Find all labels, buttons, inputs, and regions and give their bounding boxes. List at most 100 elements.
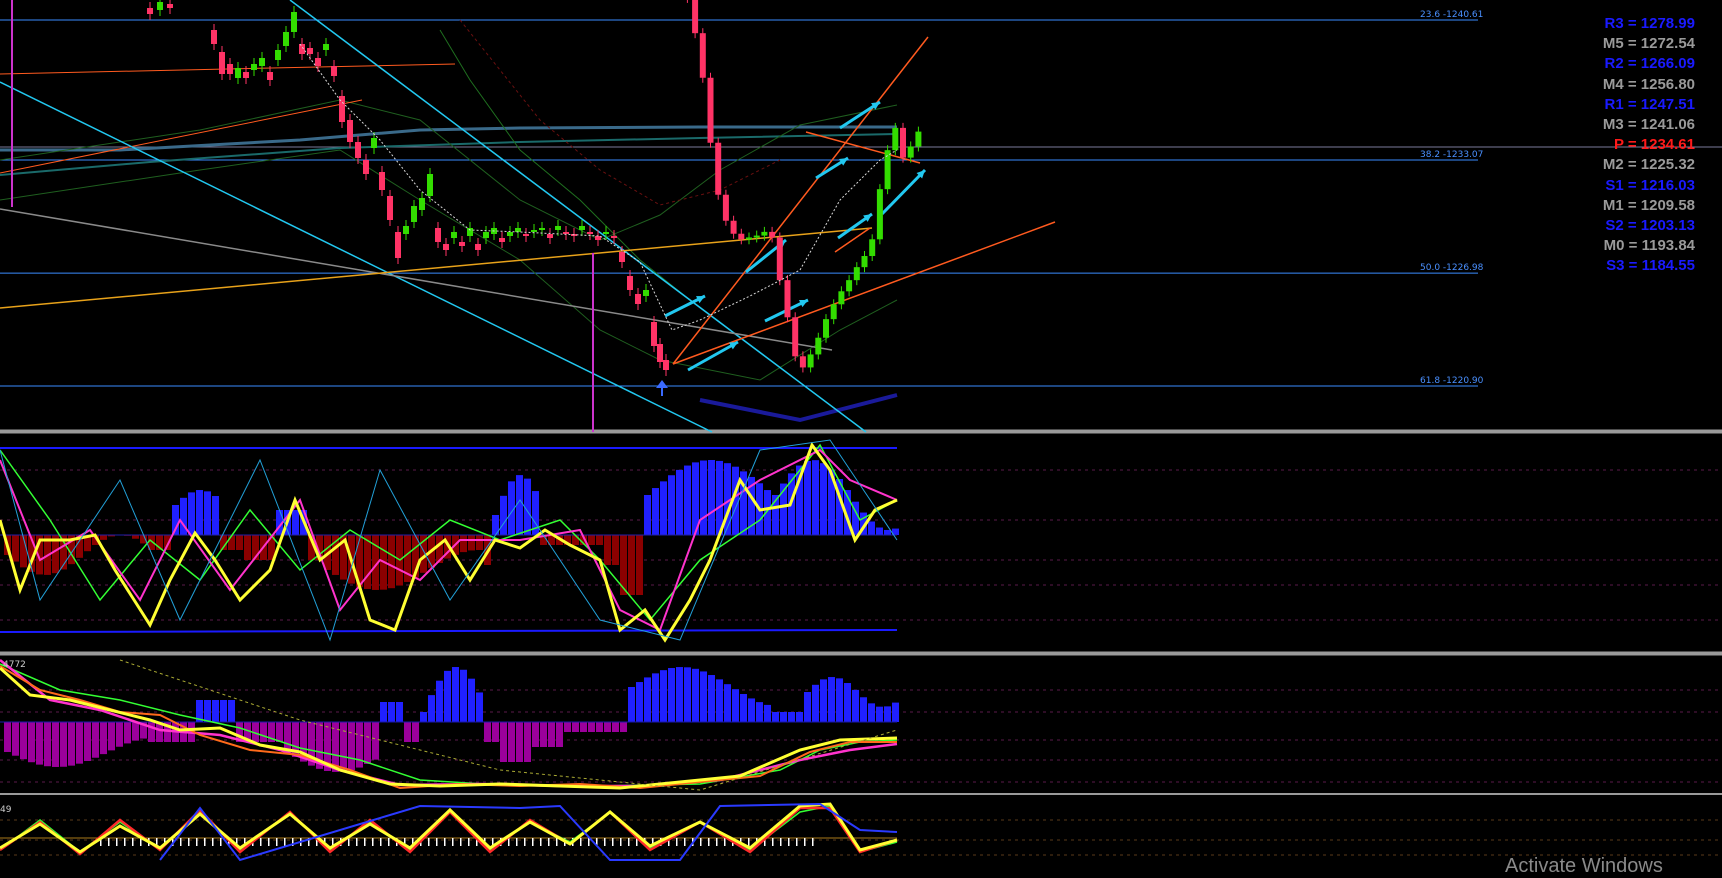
- candle-body: [443, 244, 449, 250]
- sub3-tick-bar: [540, 838, 542, 846]
- candle-body: [831, 304, 837, 319]
- sub3-tick-bar: [180, 838, 182, 846]
- sub3-tick-bar: [204, 838, 206, 846]
- sub3-tick-bar: [260, 838, 262, 846]
- sub3-tick-bar: [276, 838, 278, 846]
- sub3-tick-bar: [364, 838, 366, 846]
- sub2-histogram-bar: [764, 705, 771, 722]
- sub1-histogram-bar: [244, 535, 251, 560]
- candle-body: [315, 58, 321, 66]
- sub3-tick-bar: [724, 838, 726, 846]
- fib-level-label: 61.8 -1220.90: [1420, 376, 1484, 386]
- sub2-histogram-bar: [788, 712, 795, 722]
- candle-body: [243, 72, 249, 78]
- candle-body: [267, 72, 273, 80]
- pivot-level-label: S1 = 1216.03: [1545, 176, 1695, 196]
- candle-body: [892, 128, 898, 150]
- sub1-histogram-bar: [876, 528, 883, 535]
- candle-body: [838, 291, 844, 304]
- sub2-histogram-bar: [604, 722, 611, 732]
- sub3-tick-bar: [524, 838, 526, 846]
- sub2-histogram-bar: [68, 722, 75, 766]
- candle-body: [900, 128, 906, 158]
- sub1-histogram-bar: [628, 535, 635, 595]
- candle-body: [483, 232, 489, 238]
- sub1-histogram-bar: [804, 461, 811, 535]
- sub2-histogram-bar: [620, 722, 627, 732]
- sub2-histogram-bar: [444, 671, 451, 722]
- sub3-tick-bar: [516, 838, 518, 846]
- candle-body: [419, 198, 425, 210]
- sub2-histogram-bar: [132, 722, 139, 741]
- sub2-histogram-bar: [436, 681, 443, 722]
- candle-body: [299, 44, 305, 54]
- candle-body: [275, 50, 281, 60]
- sub2-histogram-bar: [476, 692, 483, 722]
- candle-body: [603, 232, 609, 234]
- candle-body: [579, 226, 585, 230]
- sub2-histogram-bar: [852, 690, 859, 722]
- trading-chart[interactable]: 23.6 -1240.6138.2 -1233.0750.0 -1226.986…: [0, 0, 1722, 872]
- sub1-histogram-bar: [500, 496, 507, 535]
- sub2-histogram-bar: [380, 702, 387, 722]
- sub2-histogram-bar: [668, 668, 675, 722]
- sub3-tick-bar: [604, 838, 606, 846]
- sub2-histogram-bar: [628, 687, 635, 722]
- sub2-histogram-bar: [364, 722, 371, 764]
- sub2-histogram-bar: [212, 700, 219, 722]
- sub2-histogram-bar: [420, 712, 427, 722]
- sub1-histogram-bar: [708, 460, 715, 535]
- candle-body: [619, 252, 625, 262]
- sub2-histogram-bar: [84, 722, 91, 761]
- sub2-histogram-bar: [500, 722, 507, 762]
- sub2-histogram-bar: [564, 722, 571, 732]
- sub1-histogram-bar: [100, 535, 107, 540]
- candle-body: [777, 237, 783, 280]
- sub3-tick-bar: [196, 838, 198, 846]
- candle-body: [403, 226, 409, 234]
- candle-body: [523, 234, 529, 236]
- candle-body: [769, 232, 775, 238]
- sub1-histogram-bar: [652, 488, 659, 535]
- sub3-tick-bar: [556, 838, 558, 846]
- candle-body: [738, 234, 744, 240]
- candle-body: [147, 8, 153, 14]
- sub2-histogram-bar: [204, 700, 211, 722]
- sub2-histogram-bar: [588, 722, 595, 732]
- sub1-histogram-bar: [228, 535, 235, 550]
- candle-body: [475, 244, 481, 250]
- candle-body: [467, 228, 473, 236]
- sub3-tick-bar: [220, 838, 222, 846]
- pivot-level-label: M2 = 1225.32: [1545, 155, 1695, 175]
- sub2-histogram-bar: [700, 671, 707, 722]
- sub2-histogram-bar: [76, 722, 83, 764]
- sub2-histogram-bar: [508, 722, 515, 762]
- candle-body: [643, 290, 649, 296]
- sub1-histogram-bar: [868, 521, 875, 535]
- sub2-histogram-bar: [580, 722, 587, 732]
- candle-body: [611, 236, 617, 238]
- sub2-histogram-bar: [844, 683, 851, 722]
- sub3-tick-bar: [452, 838, 454, 846]
- sub2-histogram-bar: [660, 670, 667, 722]
- sub3-tick-bar: [444, 838, 446, 846]
- sub2-histogram-bar: [412, 722, 419, 742]
- fib-level-label: 50.0 -1226.98: [1420, 263, 1484, 273]
- sub2-histogram-bar: [12, 722, 19, 756]
- candle-body: [355, 142, 361, 158]
- candle-body: [451, 232, 457, 238]
- sub2-histogram-bar: [20, 722, 27, 759]
- sub1-histogram-bar: [676, 470, 683, 535]
- candle-body: [854, 267, 860, 280]
- candle-body: [715, 143, 721, 195]
- candle-body: [731, 221, 737, 234]
- sub2-histogram-bar: [676, 667, 683, 722]
- sub1-histogram-bar: [588, 535, 595, 545]
- sub3-tick-bar: [532, 838, 534, 846]
- sub2-histogram-bar: [284, 722, 291, 752]
- candle-body: [331, 66, 337, 76]
- sub3-tick-bar: [580, 838, 582, 846]
- sub1-histogram-bar: [212, 496, 219, 535]
- sub2-histogram-bar: [428, 695, 435, 722]
- sub1-histogram-bar: [812, 460, 819, 535]
